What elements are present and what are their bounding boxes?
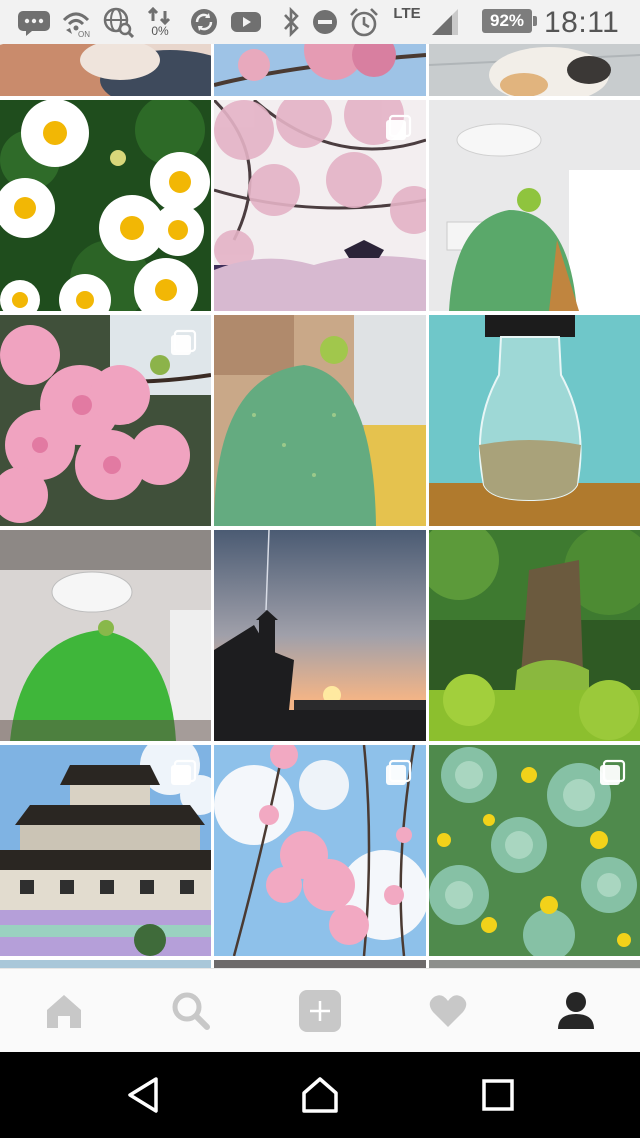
nav-new-post-button[interactable] (290, 969, 350, 1053)
bottom-navigation (0, 968, 640, 1052)
svg-text:ON: ON (78, 30, 90, 38)
multiple-photos-icon (171, 759, 197, 785)
photo-thumbnail[interactable] (429, 100, 640, 311)
profile-photo-grid[interactable] (0, 44, 640, 968)
photo-partial (214, 960, 426, 968)
home-circle-icon (302, 1077, 338, 1113)
photo-thumbnail[interactable] (0, 44, 211, 96)
bluetooth-icon (276, 0, 306, 44)
system-recents-button[interactable] (458, 1052, 538, 1138)
sync-icon (186, 0, 222, 44)
signal-strength-icon (428, 0, 462, 44)
photo-cactus-in-room (429, 100, 640, 311)
photo-blossom-branches (214, 44, 426, 96)
photo-thumbnail[interactable] (429, 530, 640, 741)
photo-thumbnail[interactable] (214, 100, 426, 311)
photo-partial (0, 960, 211, 968)
system-home-button[interactable] (280, 1052, 360, 1138)
profile-icon (558, 992, 594, 1029)
add-post-icon (299, 990, 341, 1032)
photo-thumbnail[interactable] (0, 530, 211, 741)
data-transfer-icon (147, 7, 171, 25)
data-saver-indicator: 0% (142, 0, 178, 44)
web-search-icon (100, 0, 136, 44)
back-icon (128, 1077, 158, 1113)
status-clock: 18:11 (544, 6, 620, 39)
battery-indicator: 92% (482, 9, 537, 33)
photo-thumbnail[interactable] (0, 960, 211, 968)
multiple-photos-icon (171, 329, 197, 355)
photo-thumbnail[interactable] (214, 530, 426, 741)
photo-thumbnail[interactable] (0, 100, 211, 311)
wifi-calling-icon: ON (58, 0, 96, 44)
photo-thumbnail[interactable] (214, 960, 426, 968)
lte-text: LTE (393, 5, 421, 22)
photo-cactus-ceiling-lamp (0, 530, 211, 741)
photo-cactus-closeup (214, 315, 426, 526)
photo-thumbnail[interactable] (429, 745, 640, 956)
photo-sunset-silhouette (214, 530, 426, 741)
photo-thumbnail[interactable] (429, 315, 640, 526)
youtube-notification-icon (228, 0, 264, 44)
nav-profile-button[interactable] (546, 969, 606, 1053)
system-navigation-bar (0, 1052, 640, 1138)
status-bar: ON 0% LTE 92% 18:11 (0, 0, 640, 44)
photo-thumbnail[interactable] (0, 315, 211, 526)
photo-blurred-closeup (0, 44, 211, 96)
nav-search-button[interactable] (161, 969, 221, 1053)
home-icon (47, 995, 81, 1028)
multiple-photos-icon (600, 759, 626, 785)
photo-thumbnail[interactable] (429, 960, 640, 968)
do-not-disturb-icon (308, 0, 342, 44)
data-saver-label: 0% (151, 24, 169, 38)
photo-thumbnail[interactable] (214, 44, 426, 96)
photo-thumbnail[interactable] (214, 745, 426, 956)
recents-icon (482, 1079, 514, 1111)
photo-partial (429, 960, 640, 968)
multiple-photos-icon (386, 114, 412, 140)
nav-activity-button[interactable] (418, 969, 478, 1053)
photo-white-daisies (0, 100, 211, 311)
photo-thumbnail[interactable] (429, 44, 640, 96)
network-type-label: LTE (392, 0, 422, 44)
photo-cat-floor (429, 44, 640, 96)
battery-percent: 92% (489, 11, 525, 30)
photo-mossy-tree-stump (429, 530, 640, 741)
photo-thumbnail[interactable] (0, 745, 211, 956)
alarm-icon (346, 0, 382, 44)
heart-icon (429, 995, 467, 1027)
photo-thumbnail[interactable] (214, 315, 426, 526)
messenger-notification-icon (14, 0, 54, 44)
search-icon (172, 992, 210, 1030)
nav-home-button[interactable] (34, 969, 94, 1053)
system-back-button[interactable] (103, 1052, 183, 1138)
multiple-photos-icon (386, 759, 412, 785)
photo-glass-bottle (429, 315, 640, 526)
